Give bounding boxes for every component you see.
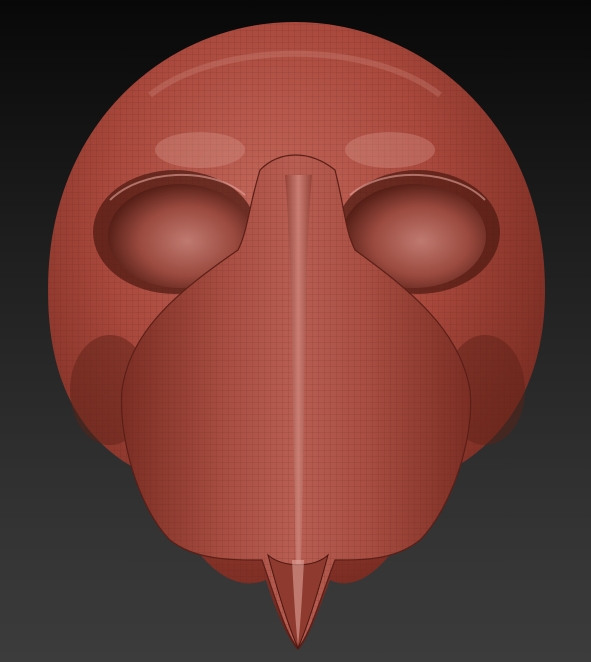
3d-viewport[interactable]	[0, 0, 591, 662]
sculpt-canvas[interactable]	[0, 0, 591, 662]
